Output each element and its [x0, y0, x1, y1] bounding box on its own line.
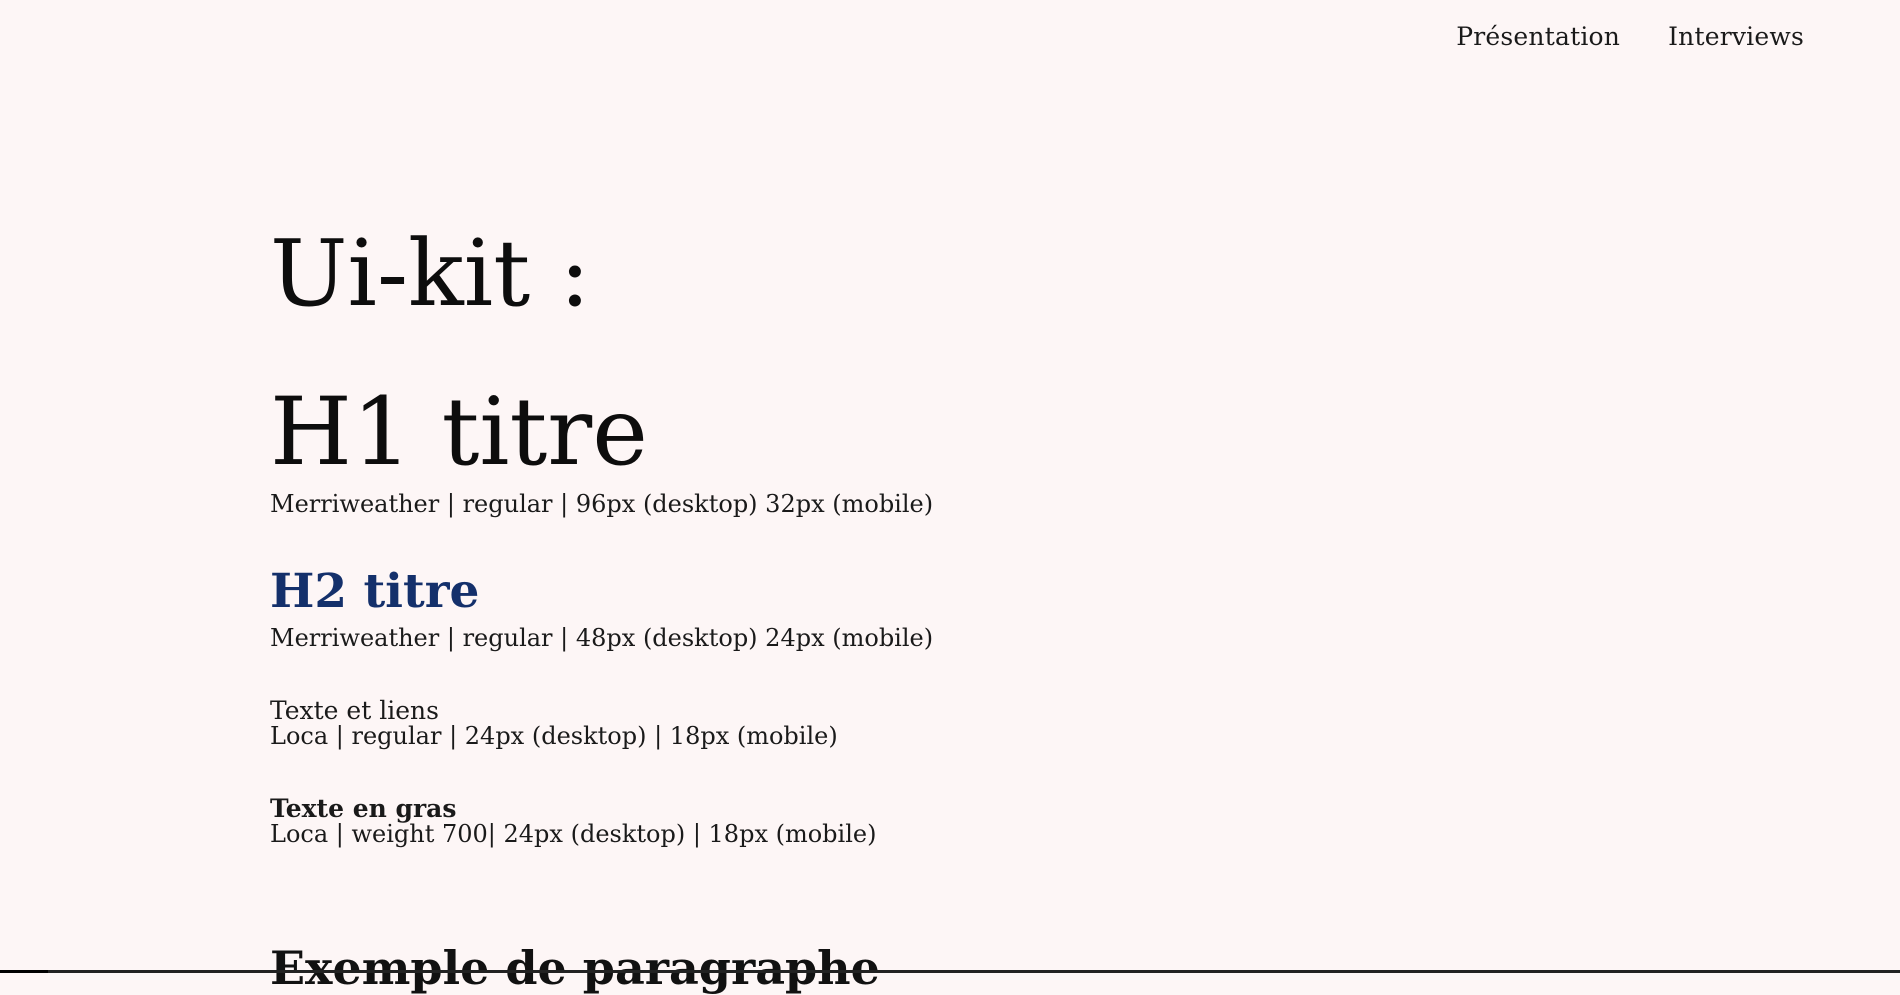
- h2-sample: H2 titre: [270, 564, 480, 619]
- bold-text-sample: Texte en gras: [270, 794, 457, 823]
- h1-spec: Merriweather | regular | 96px (desktop) …: [270, 490, 934, 518]
- bold-text-spec: Loca | weight 700| 24px (desktop) | 18px…: [270, 820, 877, 848]
- page-title: Ui-kit :: [270, 220, 591, 327]
- text-sample: Texte et liens: [270, 696, 439, 725]
- nav-link-interviews[interactable]: Interviews: [1668, 22, 1804, 51]
- paragraph-example-heading: Exemple de paragraphe: [270, 941, 880, 995]
- nav-link-presentation[interactable]: Présentation: [1456, 22, 1620, 51]
- h2-spec: Merriweather | regular | 48px (desktop) …: [270, 624, 934, 652]
- text-spec: Loca | regular | 24px (desktop) | 18px (…: [270, 722, 838, 750]
- top-navigation: Présentation Interviews: [1456, 22, 1804, 51]
- h1-sample: H1 titre: [270, 378, 648, 487]
